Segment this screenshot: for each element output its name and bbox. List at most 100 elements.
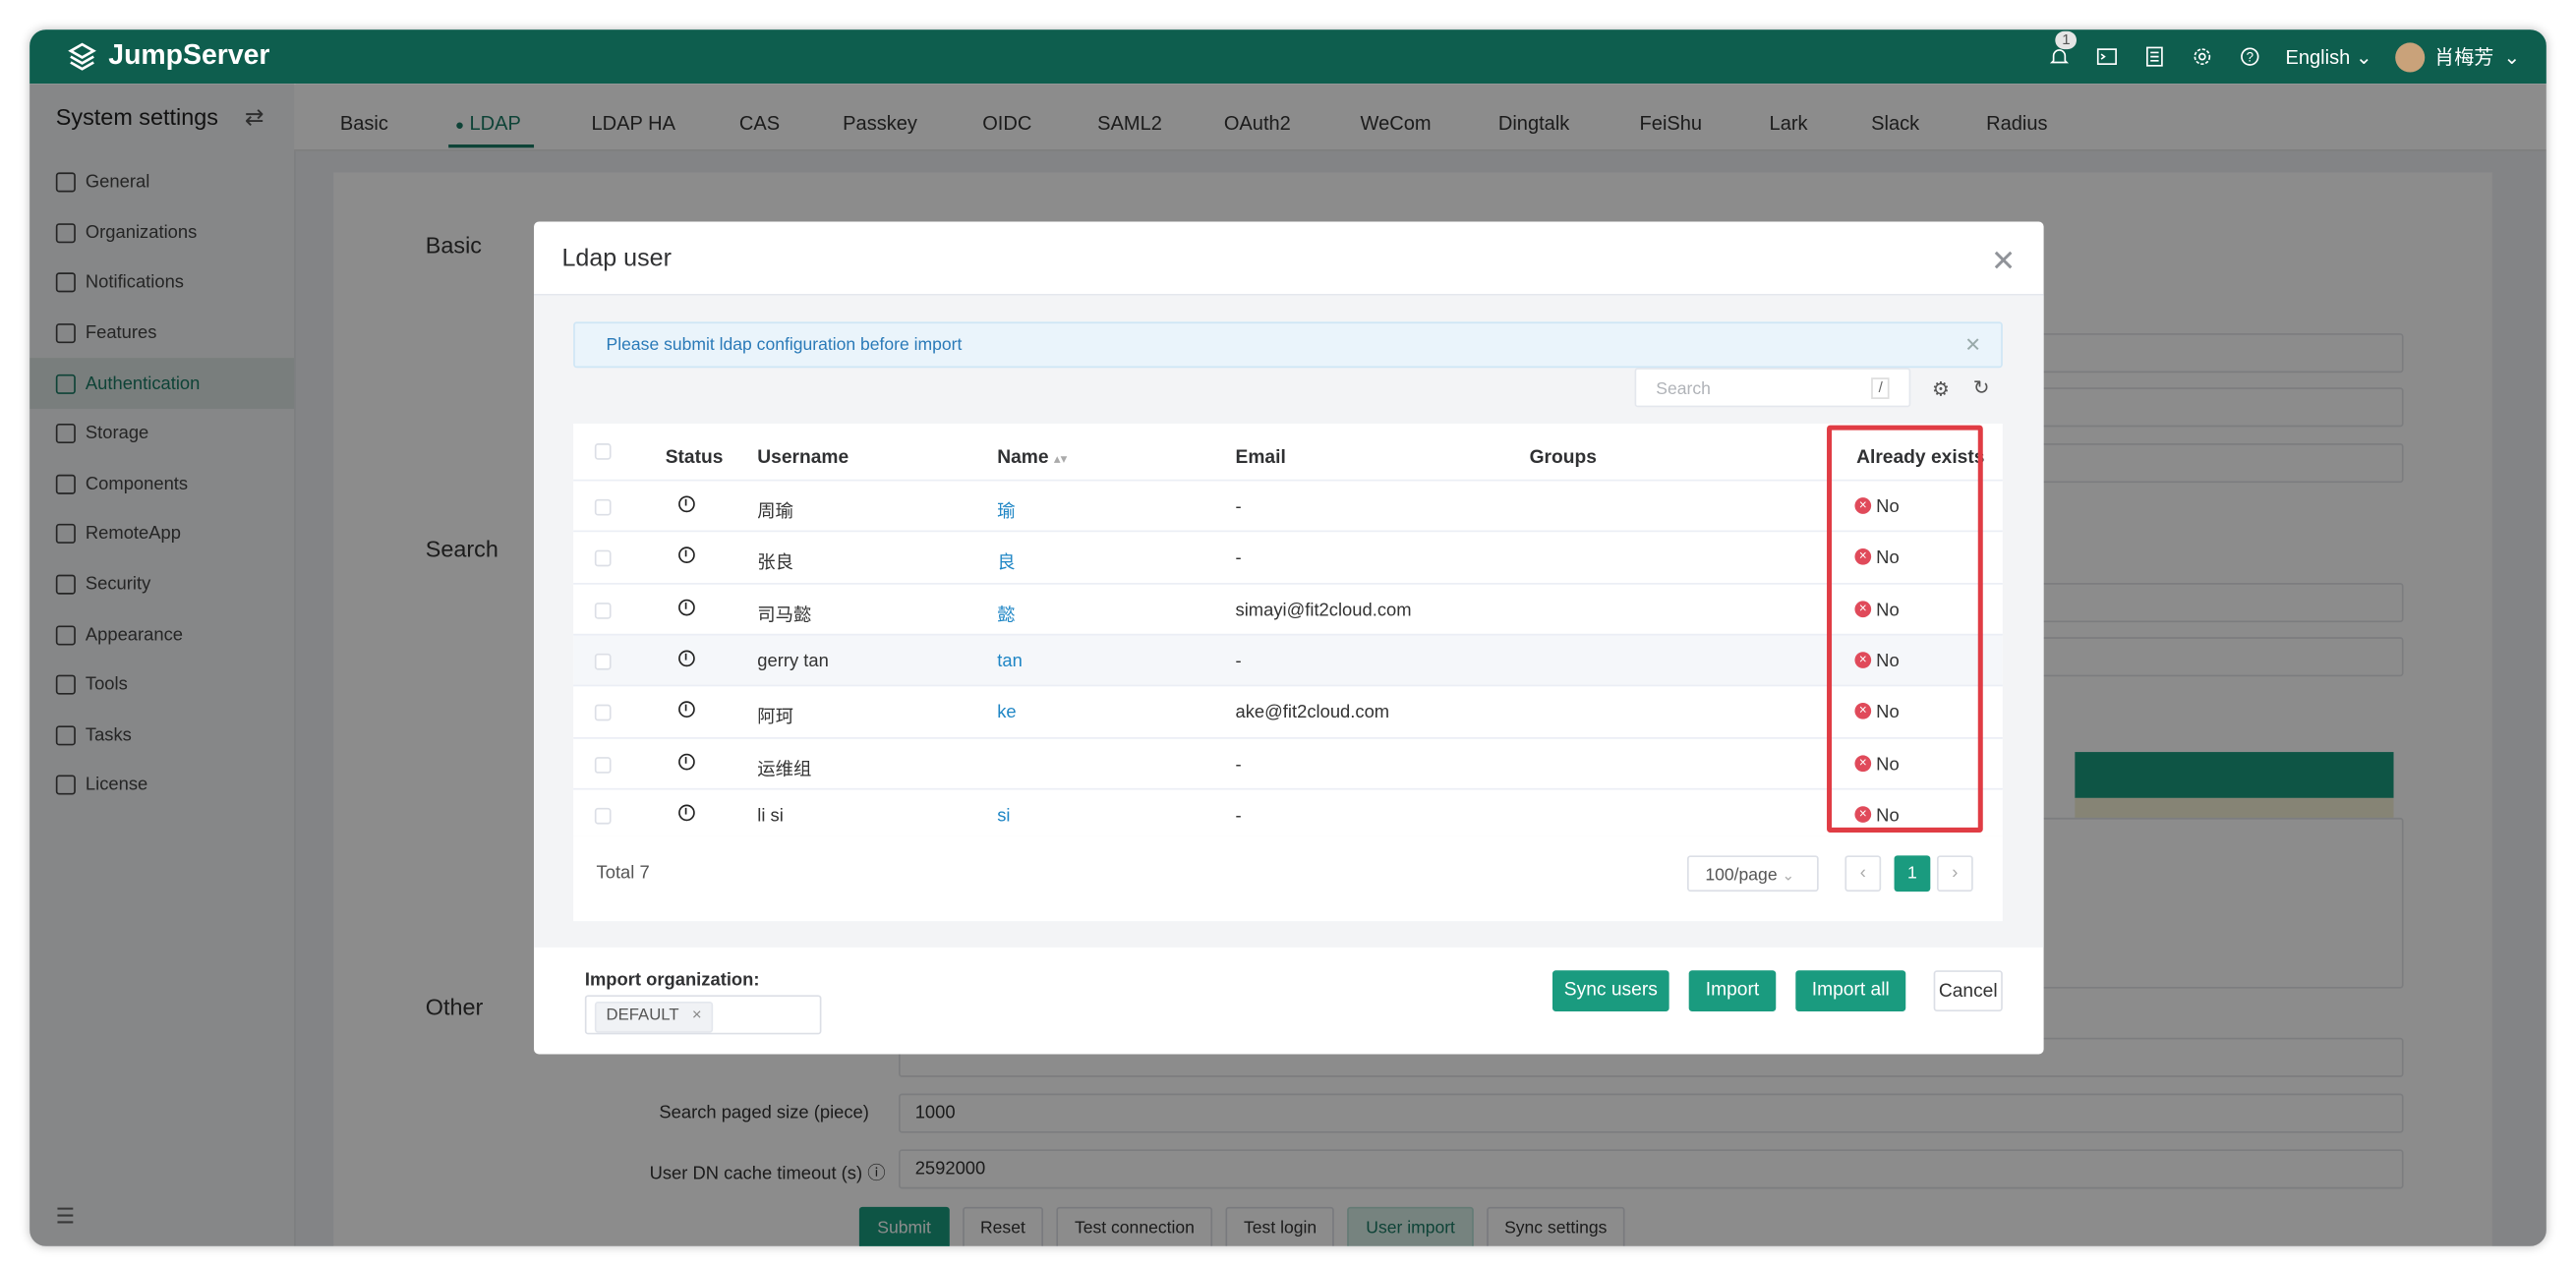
email-cell: ake@fit2cloud.com xyxy=(1235,703,1390,723)
email-cell: - xyxy=(1235,652,1242,672)
clock-icon xyxy=(678,495,695,513)
clock-icon xyxy=(678,804,695,821)
row-checkbox[interactable] xyxy=(594,653,612,670)
next-page-button[interactable]: › xyxy=(1936,855,1973,892)
email-cell: - xyxy=(1235,805,1242,826)
user-menu[interactable]: 肖梅芳 ⌄ xyxy=(2395,41,2521,72)
alert-close-icon[interactable]: ✕ xyxy=(1964,333,1981,356)
row-checkbox[interactable] xyxy=(594,550,612,567)
language-label: English xyxy=(2285,44,2351,69)
email-cell: - xyxy=(1235,754,1242,775)
total-count: Total 7 xyxy=(596,863,650,884)
brand-name: JumpServer xyxy=(108,39,270,71)
ldap-user-dialog: Ldap user ✕ Please submit ldap configura… xyxy=(534,221,2044,1055)
bell-icon[interactable]: 1 xyxy=(2047,30,2078,69)
row-checkbox[interactable] xyxy=(594,602,612,619)
chevron-down-icon: ⌄ xyxy=(1782,867,1795,884)
row-checkbox[interactable] xyxy=(594,807,612,825)
user-name: 肖梅芳 xyxy=(2434,45,2494,70)
jumpserver-logo-icon xyxy=(68,42,96,71)
prev-page-button[interactable]: ‹ xyxy=(1844,855,1882,892)
row-checkbox[interactable] xyxy=(594,756,612,773)
chevron-down-icon: ⌄ xyxy=(2355,44,2372,69)
name-link[interactable]: 懿 xyxy=(997,601,1015,627)
dialog-footer: Import organization: DEFAULT × Sync users… xyxy=(534,948,2044,1055)
table-row[interactable]: li si si - × No xyxy=(573,787,2003,840)
clock-icon xyxy=(678,547,695,564)
import-button[interactable]: Import xyxy=(1688,970,1777,1012)
terminal-icon[interactable] xyxy=(2095,44,2120,69)
select-all-checkbox[interactable] xyxy=(594,443,612,460)
clock-icon xyxy=(678,599,695,615)
column-header-name-label: Name xyxy=(997,448,1049,469)
name-link[interactable]: si xyxy=(997,806,1010,826)
import-organization-label: Import organization: xyxy=(584,970,760,991)
email-cell: simayi@fit2cloud.com xyxy=(1235,600,1412,620)
search-shortcut-hint: / xyxy=(1871,377,1890,399)
username-cell: 张良 xyxy=(757,553,794,574)
document-icon[interactable] xyxy=(2142,44,2167,69)
gear-icon[interactable] xyxy=(2191,44,2215,69)
cancel-button[interactable]: Cancel xyxy=(1933,970,2003,1012)
column-settings-icon[interactable]: ⚙ xyxy=(1932,377,1950,400)
close-icon[interactable]: ✕ xyxy=(1991,245,2016,279)
table-row[interactable]: 阿珂 ke ake@fit2cloud.com × No xyxy=(573,684,2003,737)
alert-message: Please submit ldap configuration before … xyxy=(606,334,963,355)
clock-icon xyxy=(678,752,695,770)
help-icon[interactable]: ? xyxy=(2238,44,2262,69)
column-header-username[interactable]: Username xyxy=(757,448,849,468)
email-cell: - xyxy=(1235,497,1242,518)
already-exists-highlight xyxy=(1827,425,1983,833)
sync-users-button[interactable]: Sync users xyxy=(1552,970,1669,1012)
row-checkbox[interactable] xyxy=(594,498,612,516)
name-link[interactable]: 良 xyxy=(997,548,1015,575)
page-size-select[interactable]: 100/page ⌄ xyxy=(1687,855,1819,892)
username-cell: 周瑜 xyxy=(757,502,794,523)
username-cell: li si xyxy=(757,805,784,826)
username-cell: 运维组 xyxy=(757,759,812,779)
username-cell: 司马懿 xyxy=(757,604,812,625)
column-header-status[interactable]: Status xyxy=(666,448,724,468)
page-size-value: 100/page xyxy=(1705,865,1778,886)
table-row[interactable]: 运维组 - × No xyxy=(573,736,2003,788)
username-cell: gerry tan xyxy=(757,652,829,672)
top-bar: JumpServer 1 ? English ⌄ 肖梅芳 ⌄ xyxy=(29,29,2547,85)
pagination: Total 7 100/page ⌄ ‹ 1 › xyxy=(573,835,2003,922)
username-cell: 阿珂 xyxy=(757,708,794,728)
search-placeholder: Search xyxy=(1656,378,1711,399)
language-selector[interactable]: English ⌄ xyxy=(2285,45,2371,68)
table-row[interactable]: 张良良 - × No xyxy=(573,531,2003,583)
row-checkbox[interactable] xyxy=(594,704,612,721)
import-all-button[interactable]: Import all xyxy=(1795,970,1906,1012)
notification-badge: 1 xyxy=(2055,30,2078,50)
column-header-email[interactable]: Email xyxy=(1236,448,1286,468)
sort-icon[interactable]: ▴▾ xyxy=(1054,451,1067,466)
clock-icon xyxy=(678,650,695,667)
remove-tag-icon[interactable]: × xyxy=(692,1007,702,1024)
info-alert: Please submit ldap configuration before … xyxy=(573,321,2003,369)
avatar xyxy=(2395,41,2426,72)
name-link[interactable]: tan xyxy=(997,652,1023,671)
current-page[interactable]: 1 xyxy=(1894,855,1931,892)
column-header-groups[interactable]: Groups xyxy=(1530,448,1597,468)
dialog-title: Ldap user xyxy=(561,244,672,273)
organization-tag: DEFAULT × xyxy=(594,1002,714,1033)
table-row[interactable]: gerry tan tan - × No xyxy=(573,633,2003,687)
email-cell: - xyxy=(1235,548,1242,569)
refresh-icon[interactable]: ↻ xyxy=(1973,376,1990,399)
column-header-name[interactable]: Name ▴▾ xyxy=(997,448,1067,468)
app-window: JumpServer 1 ? English ⌄ 肖梅芳 ⌄ System se… xyxy=(29,29,2547,1246)
search-input[interactable]: Search / xyxy=(1634,368,1911,408)
table-row[interactable]: 周瑜瑜 - × No xyxy=(573,479,2003,532)
table-row[interactable]: 司马懿懿 simayi@fit2cloud.com × No xyxy=(573,582,2003,634)
import-organization-select[interactable]: DEFAULT × xyxy=(584,995,822,1035)
ldap-user-table: Status Username Name ▴▾ Email Groups Alr… xyxy=(573,423,2003,836)
svg-text:?: ? xyxy=(2247,49,2254,64)
dialog-body: Please submit ldap configuration before … xyxy=(534,295,2044,948)
name-link[interactable]: ke xyxy=(997,703,1016,722)
organization-tag-label: DEFAULT xyxy=(606,1007,679,1025)
brand-logo[interactable]: JumpServer xyxy=(66,39,270,72)
chevron-down-icon: ⌄ xyxy=(2503,44,2521,69)
name-link[interactable]: 瑜 xyxy=(997,497,1015,524)
clock-icon xyxy=(678,701,695,719)
